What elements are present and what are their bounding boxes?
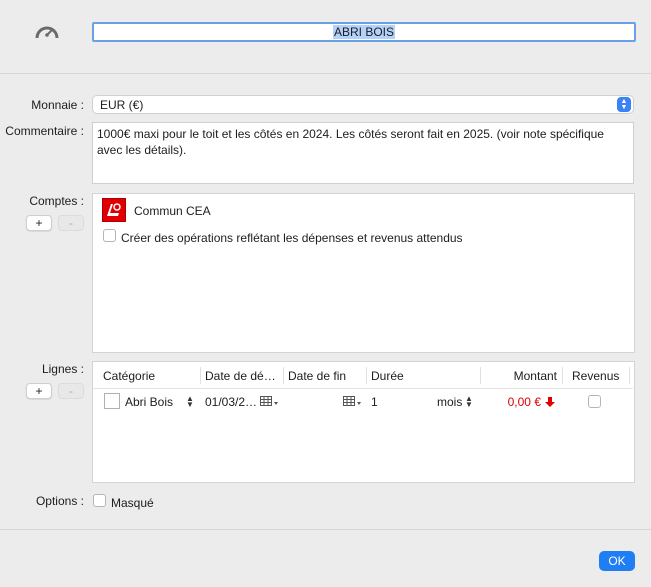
end-date-calendar-icon[interactable] [343,395,363,410]
currency-select[interactable]: EUR (€) ▲ ▼ [92,95,634,114]
name-field[interactable]: ABRI BOIS [92,22,636,42]
column-divider [200,367,201,384]
options-label: Options : [35,494,84,508]
row-amount[interactable]: 0,00 € [485,395,541,409]
arrow-down-icon [544,396,556,411]
column-divider [366,367,367,384]
column-divider [562,367,563,384]
remove-line-button[interactable]: - [58,383,84,399]
create-operations-checkbox[interactable] [103,229,116,242]
accounts-label: Comptes : [29,194,84,208]
create-operations-label: Créer des opérations reflétant les dépen… [121,231,463,245]
gauge-icon [34,20,60,46]
row-category[interactable]: Abri Bois [125,395,173,409]
lines-label: Lignes : [41,362,84,376]
currency-label: Monnaie : [31,98,84,112]
column-header-amount[interactable]: Montant [485,369,557,383]
bank-logo-icon [102,198,126,222]
hidden-checkbox[interactable] [93,494,106,507]
remove-account-button[interactable]: - [58,215,84,231]
row-duration-unit[interactable]: mois [437,395,462,409]
ok-button[interactable]: OK [599,551,635,571]
chevron-updown-icon: ▲ ▼ [617,97,631,112]
duration-unit-chevron-updown-icon[interactable]: ▲ ▼ [465,395,473,409]
comment-text: 1000€ maxi pour le toit et les côtés en … [97,127,604,157]
hidden-label: Masqué [111,496,154,510]
top-divider [0,73,651,74]
comment-label: Commentaire : [5,124,84,138]
bottom-divider [0,529,651,530]
column-divider [629,367,630,384]
column-divider [480,367,481,384]
column-header-income[interactable]: Revenus [572,369,619,383]
add-account-button[interactable]: + [26,215,52,231]
column-header-start-date[interactable]: Date de dé… [205,369,276,383]
row-duration[interactable]: 1 [371,395,378,409]
category-chevron-updown-icon[interactable]: ▲ ▼ [186,395,194,409]
comment-textarea[interactable]: 1000€ maxi pour le toit et les côtés en … [92,122,634,184]
row-income-checkbox[interactable] [588,395,601,408]
start-date-calendar-icon[interactable] [260,395,280,410]
table-header-divider [93,388,633,389]
account-name[interactable]: Commun CEA [134,204,211,218]
name-field-value: ABRI BOIS [332,25,396,39]
category-color-swatch [104,393,120,409]
row-start-date[interactable]: 01/03/2… [205,395,257,409]
column-header-category[interactable]: Catégorie [103,369,155,383]
currency-value: EUR (€) [100,97,144,112]
add-line-button[interactable]: + [26,383,52,399]
column-header-duration[interactable]: Durée [371,369,404,383]
column-header-end-date[interactable]: Date de fin [288,369,346,383]
column-divider [283,367,284,384]
